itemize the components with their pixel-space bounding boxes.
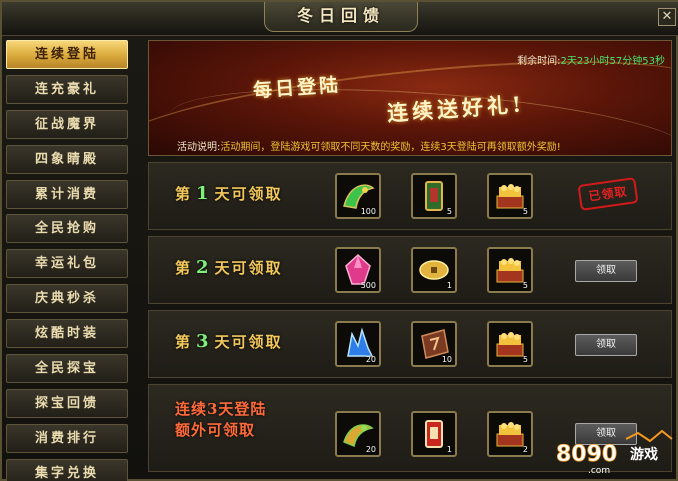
event-description: 活动说明:活动期间，登陆游戏可领取不同天数的奖励，连续3天登陆可再领取额外奖励! (177, 138, 561, 153)
day-number: 3 (196, 331, 211, 352)
reward-slot[interactable]: 2 (487, 411, 533, 457)
sidebar-item-spend-ranking[interactable]: 消费排行 (6, 423, 128, 453)
reward-slot[interactable]: 1 (411, 411, 457, 457)
sidebar-item-four-symbols[interactable]: 四象睛殿 (6, 144, 128, 174)
sidebar-item-consecutive-login[interactable]: 连续登陆 (6, 40, 128, 69)
sidebar-item-cumulative-spend[interactable]: 累计消费 (6, 179, 128, 209)
event-window: 冬日回馈 ✕ 连续登陆 连充豪礼 征战魔界 四象睛殿 累计消费 全民抢购 幸运礼… (0, 0, 678, 481)
site-watermark-logo: 8090 .com 游戏 (554, 429, 678, 479)
watermark-site-text: 游戏 (630, 447, 658, 463)
main-panel: 剩余时间:2天23小时57分钟53秒 每日登陆 连续送好礼! 活动说明:活动期间… (142, 36, 676, 481)
bonus-label-line-2: 额外可领取 (175, 421, 256, 439)
sidebar-item-hunt-rewards[interactable]: 探宝回馈 (6, 388, 128, 418)
bonus-label-line-1: 连续3天登陆 (175, 400, 267, 418)
sidebar-item-treasure-hunt[interactable]: 全民探宝 (6, 354, 128, 384)
reward-row-label: 第 1 天可领取 (175, 183, 283, 204)
title-bar: 冬日回馈 ✕ (2, 2, 678, 36)
event-description-label: 活动说明: (177, 142, 221, 153)
reward-row-day-3: 第 3 天可领取 20 10 5 领取 (148, 310, 672, 378)
claimed-stamp: 已领取 (577, 177, 639, 211)
sidebar-item-fashion[interactable]: 炫酷时装 (6, 319, 128, 349)
day-number: 1 (196, 183, 211, 204)
event-banner: 剩余时间:2天23小时57分钟53秒 每日登陆 连续送好礼! 活动说明:活动期间… (148, 40, 672, 156)
day-prefix: 第 (175, 259, 193, 277)
day-suffix: 天可领取 (214, 259, 283, 277)
item-count: 5 (522, 355, 528, 364)
svg-text:8090: 8090 (556, 442, 617, 467)
reward-slot[interactable]: 20 (335, 321, 381, 367)
sidebar-item-word-exchange[interactable]: 集字兑换 (6, 458, 128, 481)
reward-slot[interactable]: 100 (335, 173, 381, 219)
day-suffix: 天可领取 (214, 333, 283, 351)
item-count: 20 (365, 445, 376, 454)
item-count: 500 (360, 281, 376, 290)
reward-slot[interactable]: 5 (487, 173, 533, 219)
svg-text:.com: .com (588, 466, 610, 476)
window-title: 冬日回馈 (264, 2, 418, 32)
reward-slot[interactable]: 20 (335, 411, 381, 457)
item-count: 1 (446, 281, 452, 290)
event-sidebar: 连续登陆 连充豪礼 征战魔界 四象睛殿 累计消费 全民抢购 幸运礼包 庆典秒杀 … (6, 40, 130, 481)
8090-logo-icon: 8090 .com (556, 429, 673, 476)
item-count: 10 (441, 355, 452, 364)
item-count: 20 (365, 355, 376, 364)
reward-slot[interactable]: 5 (411, 173, 457, 219)
reward-row-label: 第 3 天可领取 (175, 331, 283, 352)
reward-row-label: 第 2 天可领取 (175, 257, 283, 278)
item-count: 1 (446, 445, 452, 454)
day-prefix: 第 (175, 333, 193, 351)
close-icon[interactable]: ✕ (658, 8, 676, 26)
day-prefix: 第 (175, 185, 193, 203)
item-count: 2 (522, 445, 528, 454)
reward-slot[interactable]: 500 (335, 247, 381, 293)
reward-row-label: 连续3天登陆 额外可领取 (175, 399, 266, 441)
reward-row-day-1: 第 1 天可领取 100 5 5 已领取 (148, 162, 672, 230)
sidebar-item-celebration-sale[interactable]: 庆典秒杀 (6, 284, 128, 314)
sidebar-item-lucky-pack[interactable]: 幸运礼包 (6, 249, 128, 279)
sidebar-item-recharge-gifts[interactable]: 连充豪礼 (6, 74, 128, 104)
item-count: 5 (522, 281, 528, 290)
claim-button[interactable]: 领取 (575, 334, 637, 356)
remaining-time: 剩余时间:2天23小时57分钟53秒 (517, 52, 665, 67)
day-number: 2 (196, 257, 211, 278)
remaining-time-label: 剩余时间: (517, 56, 561, 67)
sidebar-item-demon-realm[interactable]: 征战魔界 (6, 109, 128, 139)
reward-slot[interactable]: 5 (487, 247, 533, 293)
reward-slot[interactable]: 10 (411, 321, 457, 367)
reward-slot[interactable]: 5 (487, 321, 533, 367)
item-count: 5 (522, 207, 528, 216)
reward-slot[interactable]: 1 (411, 247, 457, 293)
event-description-text: 活动期间，登陆游戏可领取不同天数的奖励，连续3天登陆可再领取额外奖励! (220, 142, 561, 153)
item-count: 5 (446, 207, 452, 216)
reward-row-day-2: 第 2 天可领取 500 1 5 领取 (148, 236, 672, 304)
claim-button[interactable]: 领取 (575, 260, 637, 282)
remaining-time-value: 2天23小时57分钟53秒 (560, 56, 665, 67)
day-suffix: 天可领取 (214, 185, 283, 203)
item-count: 100 (360, 207, 376, 216)
sidebar-item-flash-buy[interactable]: 全民抢购 (6, 214, 128, 244)
